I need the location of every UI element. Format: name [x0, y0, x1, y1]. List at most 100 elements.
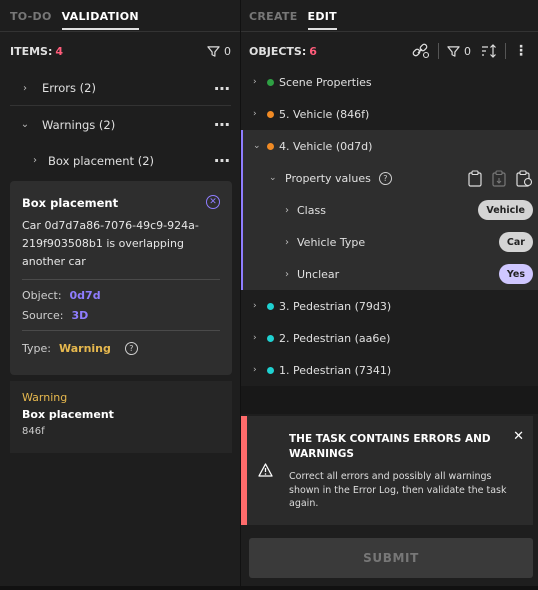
object-label: 5. Vehicle (846f): [279, 107, 370, 121]
chevron-right-icon: ›: [253, 333, 257, 343]
tab-create[interactable]: CREATE: [249, 0, 298, 32]
status-dot: [267, 142, 274, 150]
detail-type-value: Warning: [58, 341, 111, 355]
property-unclear[interactable]: › Unclear Yes: [243, 258, 538, 290]
group-warnings-label: Warnings (2): [42, 117, 116, 132]
property-class[interactable]: › Class Vehicle: [243, 194, 538, 226]
issue-object-id: 846f: [22, 426, 45, 437]
filter-icon: [447, 45, 460, 57]
chevron-right-icon: ›: [285, 204, 289, 216]
help-icon[interactable]: ?: [124, 341, 138, 355]
help-icon[interactable]: ?: [378, 171, 392, 185]
sort-button[interactable]: [481, 44, 497, 58]
object-pedestrian-79d3[interactable]: › 3. Pedestrian (79d3): [241, 290, 538, 322]
paste-icon[interactable]: [492, 170, 506, 187]
chevron-right-icon: ›: [285, 268, 289, 280]
object-vehicle-846f[interactable]: › 5. Vehicle (846f): [241, 98, 538, 130]
tab-edit[interactable]: EDIT: [307, 0, 338, 32]
more-options-button[interactable]: ⋮: [514, 44, 528, 58]
property-values-header[interactable]: ⌄ Property values ?: [243, 162, 538, 194]
alert-message: Correct all errors and possibly all warn…: [289, 471, 507, 509]
items-toolbar: ITEMS: 4 0: [0, 32, 241, 70]
link-button[interactable]: [412, 43, 430, 59]
tab-underline: [0, 31, 241, 32]
object-pedestrian-7341[interactable]: › 1. Pedestrian (7341): [241, 354, 538, 386]
detail-object: Object: 0d7d: [22, 285, 220, 305]
object-tree: › Scene Properties › 5. Vehicle (846f): [241, 66, 538, 130]
detail-source-label: Source:: [22, 308, 64, 322]
filter-icon: [207, 45, 220, 57]
filter-count: 0: [464, 44, 471, 58]
filter-count: 0: [224, 44, 231, 58]
property-value-badge: Car: [498, 232, 533, 252]
chevron-right-icon: ›: [253, 301, 257, 311]
toolbar-separator: [505, 43, 506, 59]
toolbar-separator: [438, 43, 439, 59]
items-label: ITEMS:: [10, 44, 53, 58]
group-errors-label: Errors (2): [42, 81, 96, 95]
object-tree-rest: › 3. Pedestrian (79d3) › 2. Pedestrian (…: [241, 290, 538, 386]
more-icon[interactable]: ⋯: [214, 79, 231, 98]
property-name: Unclear: [297, 267, 340, 281]
issue-level: Warning: [22, 391, 68, 404]
clipboard-icon[interactable]: [468, 170, 482, 187]
chevron-right-icon: ›: [285, 236, 289, 248]
detail-type-label: Type:: [22, 341, 51, 355]
detail-message: Car 0d7d7a86-7076-49c9-924a-219f903508b1…: [22, 219, 199, 268]
property-name: Class: [297, 203, 326, 217]
warning-icon: [258, 463, 273, 477]
status-dot: [267, 78, 274, 86]
issue-detail-card: Box placement ✕ Car 0d7d7a86-7076-49c9-9…: [10, 181, 232, 375]
items-count: 4: [55, 44, 64, 58]
object-vehicle-0d7d-expanded: ⌄ 4. Vehicle (0d7d) ⌄ Property values ? …: [241, 130, 538, 290]
filter-button[interactable]: 0: [447, 45, 471, 58]
detail-type: Type: Warning ?: [22, 338, 220, 358]
object-label: 1. Pedestrian (7341): [279, 363, 392, 377]
chevron-down-icon: ⌄: [269, 173, 277, 183]
bottom-edge: [0, 586, 538, 590]
group-errors[interactable]: › Errors (2) ⋯: [0, 70, 241, 106]
property-actions: [468, 170, 532, 187]
property-value-badge: Vehicle: [478, 200, 533, 220]
chevron-down-icon: ⌄: [20, 119, 30, 130]
close-icon[interactable]: ✕: [206, 195, 220, 209]
more-icon[interactable]: ⋯: [214, 151, 231, 170]
property-vehicle-type[interactable]: › Vehicle Type Car: [243, 226, 538, 258]
group-warnings[interactable]: ⌄ Warnings (2) ⋯: [0, 106, 241, 143]
right-tab-bar: CREATE EDIT: [241, 0, 538, 32]
property-values-label: Property values: [285, 171, 371, 185]
clipboard-check-icon[interactable]: [516, 170, 532, 187]
objects-panel: CREATE EDIT OBJECTS: 6 0 ⋮ › Scene Prope…: [241, 0, 538, 590]
submit-button[interactable]: SUBMIT: [249, 538, 533, 578]
close-icon[interactable]: ✕: [513, 429, 524, 444]
tab-todo[interactable]: TO-DO: [10, 0, 52, 32]
objects-label: OBJECTS:: [249, 44, 307, 58]
property-value-badge: Yes: [498, 264, 533, 284]
detail-object-link[interactable]: 0d7d: [70, 289, 101, 302]
tree-empty-area: [241, 386, 538, 414]
object-scene-properties[interactable]: › Scene Properties: [241, 66, 538, 98]
more-vertical-icon: ⋮: [514, 43, 528, 59]
tab-validation[interactable]: VALIDATION: [61, 0, 140, 32]
objects-toolbar: OBJECTS: 6 0 ⋮: [241, 32, 538, 70]
chevron-down-icon: ⌄: [253, 141, 261, 151]
status-dot: [267, 110, 274, 118]
detail-divider: [22, 279, 220, 280]
group-box-placement[interactable]: › Box placement (2) ⋯: [0, 143, 241, 178]
status-dot: [267, 366, 274, 374]
detail-title: Box placement: [22, 196, 119, 210]
object-vehicle-0d7d[interactable]: ⌄ 4. Vehicle (0d7d): [243, 130, 538, 162]
status-dot: [267, 302, 274, 310]
chevron-right-icon: ›: [23, 82, 27, 94]
filter-button[interactable]: 0: [207, 45, 231, 58]
issue-list-item[interactable]: Warning Box placement 846f: [10, 381, 232, 453]
sort-icon: [482, 44, 496, 58]
status-dot: [267, 334, 274, 342]
detail-source-link[interactable]: 3D: [72, 309, 89, 322]
chevron-right-icon: ›: [253, 365, 257, 375]
object-label: 4. Vehicle (0d7d): [279, 139, 373, 153]
tab-underline: [241, 31, 538, 32]
more-icon[interactable]: ⋯: [214, 115, 231, 134]
property-name: Vehicle Type: [297, 235, 366, 249]
object-pedestrian-aa6e[interactable]: › 2. Pedestrian (aa6e): [241, 322, 538, 354]
